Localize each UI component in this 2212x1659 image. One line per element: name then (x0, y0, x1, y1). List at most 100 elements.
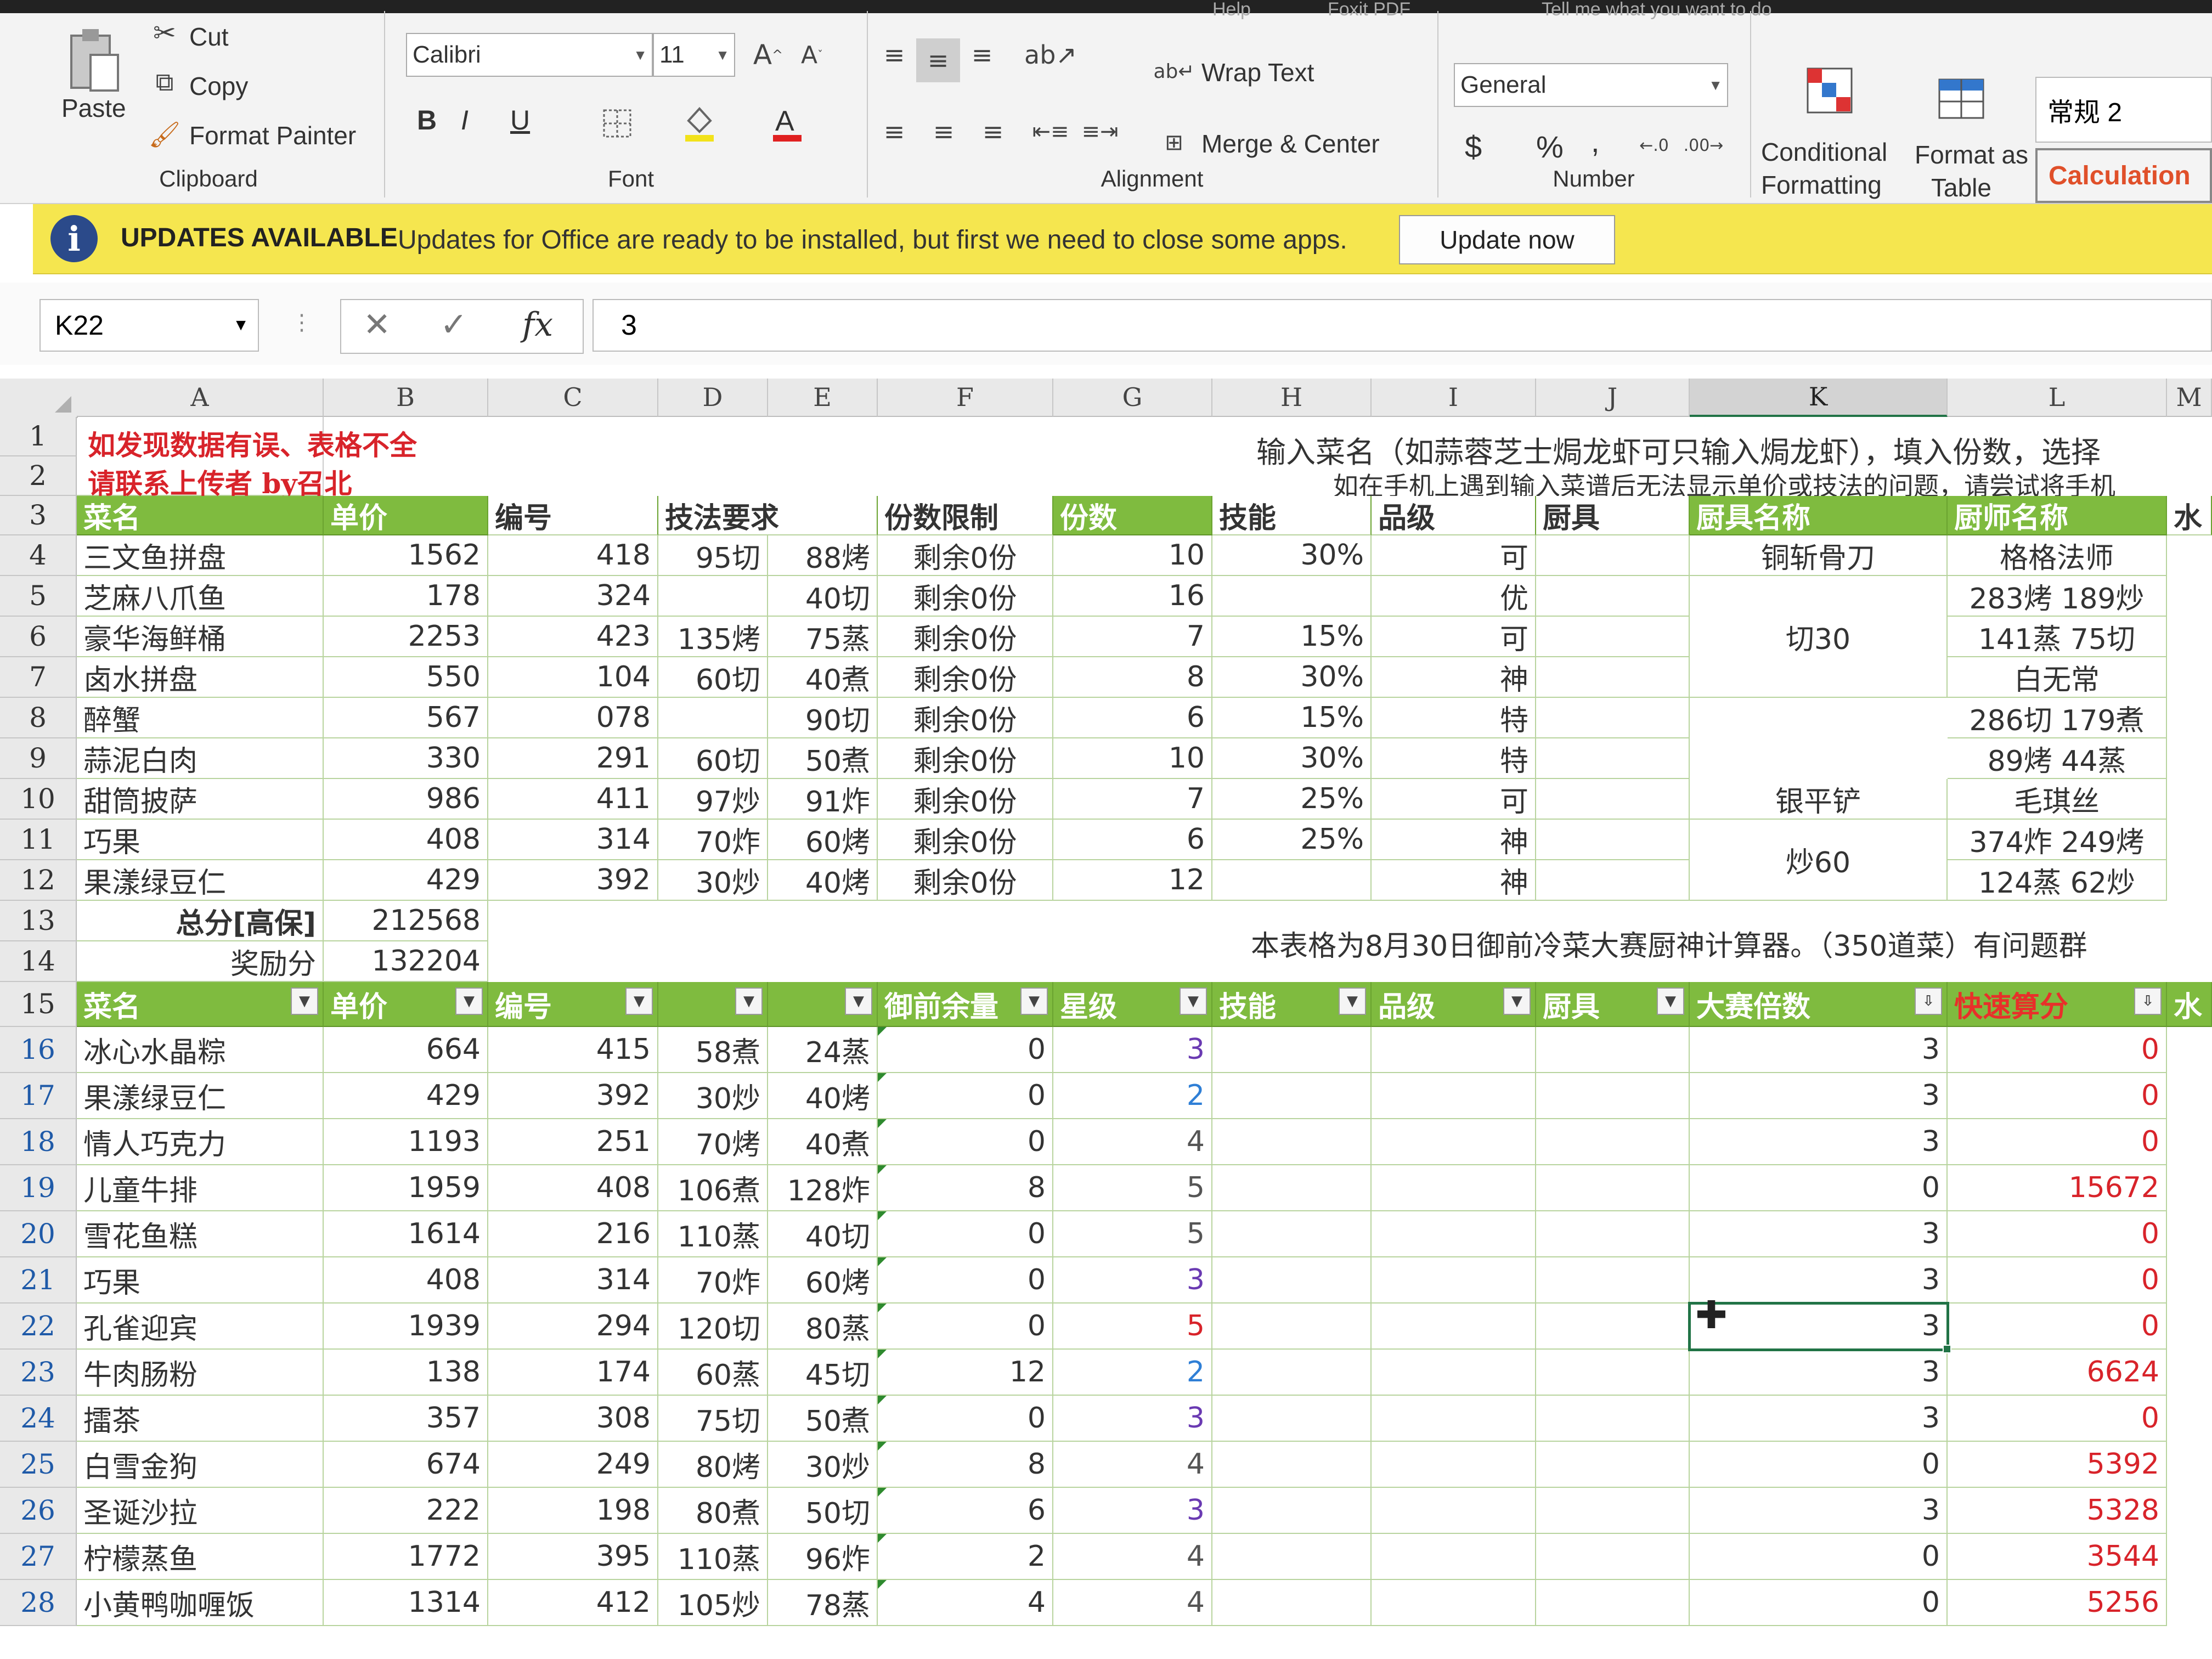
select-all-corner[interactable] (0, 379, 78, 418)
tech2-cell[interactable]: 88烤 (768, 535, 878, 576)
limit-cell[interactable]: 剩余0份 (878, 779, 1053, 820)
id-cell[interactable]: 412 (488, 1580, 658, 1626)
tool-cell[interactable] (1536, 1442, 1690, 1488)
header-price[interactable]: 单价 ▼ (324, 982, 488, 1027)
row-header-5[interactable]: 5 (0, 576, 77, 617)
header-skill[interactable]: 技能 ▼ (1212, 982, 1372, 1027)
update-now-button[interactable]: Update now (1399, 215, 1615, 264)
id-cell[interactable]: 395 (488, 1534, 658, 1580)
score-cell[interactable]: 5256 (1948, 1580, 2167, 1626)
price-cell[interactable]: 674 (324, 1442, 488, 1488)
header-m[interactable]: 水 (2167, 982, 2212, 1027)
header-name[interactable]: 菜名 ▼ (77, 982, 324, 1027)
style-calculation[interactable]: Calculation (2035, 148, 2212, 203)
conditional-formatting-icon[interactable] (1799, 60, 1860, 121)
wrap-text-button[interactable]: Wrap Text (1201, 58, 1314, 87)
skill-cell[interactable] (1212, 1396, 1372, 1442)
skill-cell[interactable] (1212, 1165, 1372, 1211)
tool-cell[interactable] (1536, 1534, 1690, 1580)
filter-dropdown-icon[interactable]: ▼ (291, 988, 318, 1015)
bold-button[interactable]: B (417, 104, 437, 136)
font-name-combo[interactable]: Calibri ▼ (406, 33, 653, 77)
bonus-label-cell[interactable]: 奖励分 (77, 941, 324, 982)
column-header-j[interactable]: J (1536, 379, 1690, 417)
row-header-27[interactable]: 27 (0, 1534, 77, 1580)
filter-dropdown-icon[interactable]: ⇩ (1915, 988, 1942, 1015)
style-normal-2[interactable]: 常规 2 (2035, 77, 2212, 143)
skill-cell[interactable] (1212, 1488, 1372, 1534)
multiplier-cell[interactable]: 3 (1690, 1488, 1948, 1534)
remain-cell[interactable]: 0 (878, 1027, 1053, 1073)
copy-button[interactable]: Copy (189, 71, 248, 101)
skill-cell[interactable] (1212, 1350, 1372, 1396)
star-cell[interactable]: 3 (1053, 1257, 1212, 1304)
star-cell[interactable]: 5 (1053, 1165, 1212, 1211)
dish-name-cell[interactable]: 孔雀迎宾 (77, 1304, 324, 1350)
grade-cell[interactable] (1372, 1304, 1536, 1350)
tool-name-cell[interactable]: 切30 (1690, 576, 1948, 698)
portions-cell[interactable]: 8 (1053, 657, 1212, 698)
tech2-cell[interactable]: 50煮 (768, 738, 878, 779)
row-header-26[interactable]: 26 (0, 1488, 77, 1534)
row-header-13[interactable]: 13 (0, 901, 77, 941)
row-header-17[interactable]: 17 (0, 1073, 77, 1119)
filter-dropdown-icon[interactable]: ▼ (625, 988, 653, 1015)
percent-button[interactable]: % (1536, 129, 1564, 165)
dish-name-cell[interactable]: 柠檬蒸鱼 (77, 1534, 324, 1580)
multiplier-cell[interactable]: 0 (1690, 1442, 1948, 1488)
limit-cell[interactable]: 剩余0份 (878, 617, 1053, 657)
increase-decimal-icon[interactable]: ←.0 (1635, 129, 1673, 162)
tool-cell[interactable] (1536, 535, 1690, 576)
header-chef_name[interactable]: 厨师名称 (1948, 496, 2167, 535)
price-cell[interactable]: 1314 (324, 1580, 488, 1626)
decrease-indent-icon[interactable]: ⇤≡ (1031, 115, 1070, 148)
dish-name-cell[interactable]: 擂茶 (77, 1396, 324, 1442)
row-header-15[interactable]: 15 (0, 982, 77, 1027)
price-cell[interactable]: 178 (324, 576, 488, 617)
filter-dropdown-icon[interactable]: ▼ (845, 988, 872, 1015)
tech1-cell[interactable]: 120切 (658, 1304, 768, 1350)
name-box[interactable]: K22 ▼ (40, 299, 259, 352)
score-cell[interactable]: 6624 (1948, 1350, 2167, 1396)
filter-dropdown-icon[interactable]: ▼ (1180, 988, 1207, 1015)
filter-dropdown-icon[interactable]: ▼ (735, 988, 763, 1015)
header-tool_name[interactable]: 厨具名称 (1690, 496, 1948, 535)
remain-cell[interactable]: 8 (878, 1442, 1053, 1488)
tech2-cell[interactable]: 90切 (768, 698, 878, 738)
limit-cell[interactable]: 剩余0份 (878, 657, 1053, 698)
score-cell[interactable]: 0 (1948, 1304, 2167, 1350)
row-header-3[interactable]: 3 (0, 496, 77, 535)
grade-cell[interactable] (1372, 1396, 1536, 1442)
header-portions[interactable]: 份数 (1053, 496, 1212, 535)
chef-name-cell[interactable]: 毛琪丝 (1948, 779, 2167, 820)
paste-icon[interactable] (60, 22, 126, 99)
tool-cell[interactable] (1536, 779, 1690, 820)
header-remain[interactable]: 御前余量 ▼ (878, 982, 1053, 1027)
portions-cell[interactable]: 6 (1053, 698, 1212, 738)
column-header-i[interactable]: I (1372, 379, 1536, 417)
font-size-combo[interactable]: 11 ▼ (653, 33, 735, 77)
id-cell[interactable]: 249 (488, 1442, 658, 1488)
column-header-f[interactable]: F (878, 379, 1053, 417)
score-cell[interactable]: 15672 (1948, 1165, 2167, 1211)
tech2-cell[interactable]: 96炸 (768, 1534, 878, 1580)
star-cell[interactable]: 2 (1053, 1073, 1212, 1119)
star-cell[interactable]: 4 (1053, 1442, 1212, 1488)
tech2-cell[interactable]: 40烤 (768, 860, 878, 901)
star-cell[interactable]: 5 (1053, 1304, 1212, 1350)
filter-dropdown-icon[interactable]: ▼ (1339, 988, 1366, 1015)
multiplier-cell[interactable]: 0 (1690, 1165, 1948, 1211)
row-header-16[interactable]: 16 (0, 1027, 77, 1073)
skill-cell[interactable] (1212, 1027, 1372, 1073)
row-header-9[interactable]: 9 (0, 738, 77, 779)
row-header-23[interactable]: 23 (0, 1350, 77, 1396)
price-cell[interactable]: 408 (324, 1257, 488, 1304)
tool-cell[interactable] (1536, 617, 1690, 657)
tech2-cell[interactable]: 24蒸 (768, 1027, 878, 1073)
row-header-14[interactable]: 14 (0, 941, 77, 982)
cancel-icon[interactable]: ✕ (363, 306, 391, 344)
dish-name-cell[interactable]: 巧果 (77, 1257, 324, 1304)
price-cell[interactable]: 330 (324, 738, 488, 779)
chef-name-cell[interactable]: 124蒸 62炒 (1948, 860, 2167, 901)
grade-cell[interactable]: 可 (1372, 535, 1536, 576)
